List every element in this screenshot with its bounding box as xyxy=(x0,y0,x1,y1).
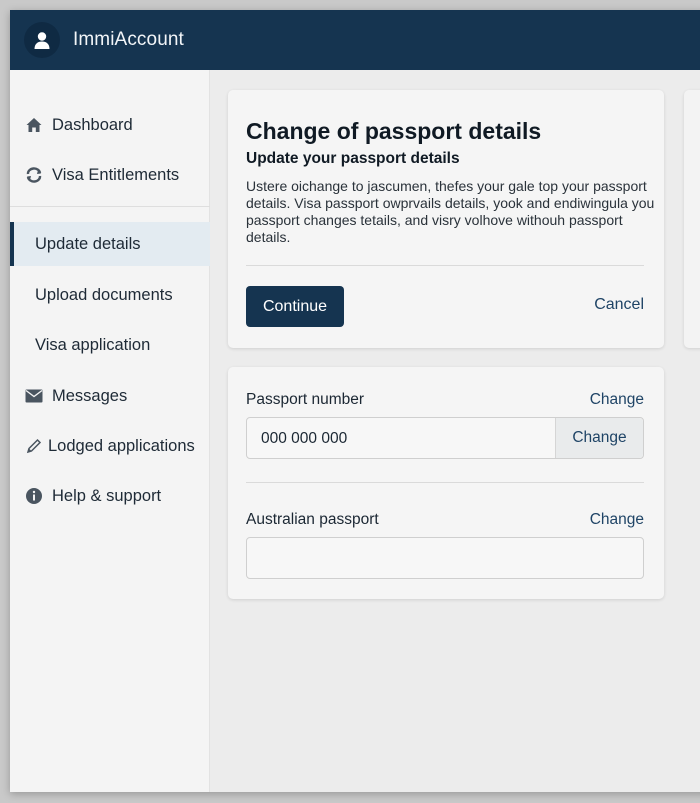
page-title: Change of passport details xyxy=(246,118,542,144)
australian-passport-label: Australian passport xyxy=(246,511,379,528)
sidebar-item-label: Upload documents xyxy=(35,285,173,304)
divider xyxy=(246,265,644,266)
cancel-link[interactable]: Cancel xyxy=(594,296,644,314)
sidebar-item-upload-documents[interactable]: Upload documents xyxy=(10,273,210,317)
page-description: Ustere oichange to jascumen, thefes your… xyxy=(246,178,655,245)
sidebar-item-label: Messages xyxy=(52,386,128,405)
sidebar-item-label: Visa Entitlements xyxy=(52,165,180,184)
refresh-icon xyxy=(24,165,44,185)
australian-passport-field[interactable] xyxy=(246,537,644,579)
passport-number-label: Passport number xyxy=(246,391,365,408)
passport-number-field[interactable]: 000 000 000 Change xyxy=(246,417,644,459)
passport-number-change-button[interactable]: Change xyxy=(555,418,643,458)
passport-fields-card: Passport number Change 000 000 000 Chang… xyxy=(228,367,664,599)
app-title: ImmiAccount xyxy=(73,29,184,50)
sidebar-item-label: Lodged applications xyxy=(48,436,195,455)
sidebar-item-label: Update details xyxy=(35,234,141,253)
page-subtitle: Update your passport details xyxy=(246,150,460,167)
sidebar-item-label: Help & support xyxy=(52,486,162,505)
passport-number-value: 000 000 000 xyxy=(261,430,348,447)
sidebar-item-visa-entitlements[interactable]: Visa Entitlements xyxy=(10,153,210,197)
adjacent-card-edge xyxy=(684,90,700,348)
sidebar-item-dashboard[interactable]: Dashboard xyxy=(10,103,210,147)
top-bar: ImmiAccount xyxy=(10,10,700,70)
sidebar-nav: Dashboard Visa Entitlements Update detai… xyxy=(10,70,210,792)
sidebar-item-label: Visa application xyxy=(35,335,151,354)
passport-change-card: Change of passport details Update your p… xyxy=(228,90,664,348)
home-icon xyxy=(24,115,44,135)
info-icon xyxy=(24,486,44,506)
sidebar-item-label: Dashboard xyxy=(52,115,133,134)
sidebar-divider xyxy=(10,206,210,207)
passport-number-change-link[interactable]: Change xyxy=(590,391,644,409)
divider xyxy=(246,482,644,483)
pencil-icon xyxy=(24,436,44,456)
app-window: ImmiAccount Dashboard Visa Entitlements … xyxy=(10,10,700,792)
continue-button[interactable]: Continue xyxy=(246,286,344,327)
sidebar-item-help-support[interactable]: Help & support xyxy=(10,474,210,518)
envelope-icon xyxy=(24,386,44,406)
sidebar-item-update-details[interactable]: Update details xyxy=(10,222,210,266)
user-avatar-icon[interactable] xyxy=(24,22,60,58)
sidebar-item-messages[interactable]: Messages xyxy=(10,374,210,418)
sidebar-item-lodged-applications[interactable]: Lodged applications xyxy=(10,424,210,468)
australian-passport-change-link[interactable]: Change xyxy=(590,511,644,529)
sidebar-item-visa-application[interactable]: Visa application xyxy=(10,323,210,367)
